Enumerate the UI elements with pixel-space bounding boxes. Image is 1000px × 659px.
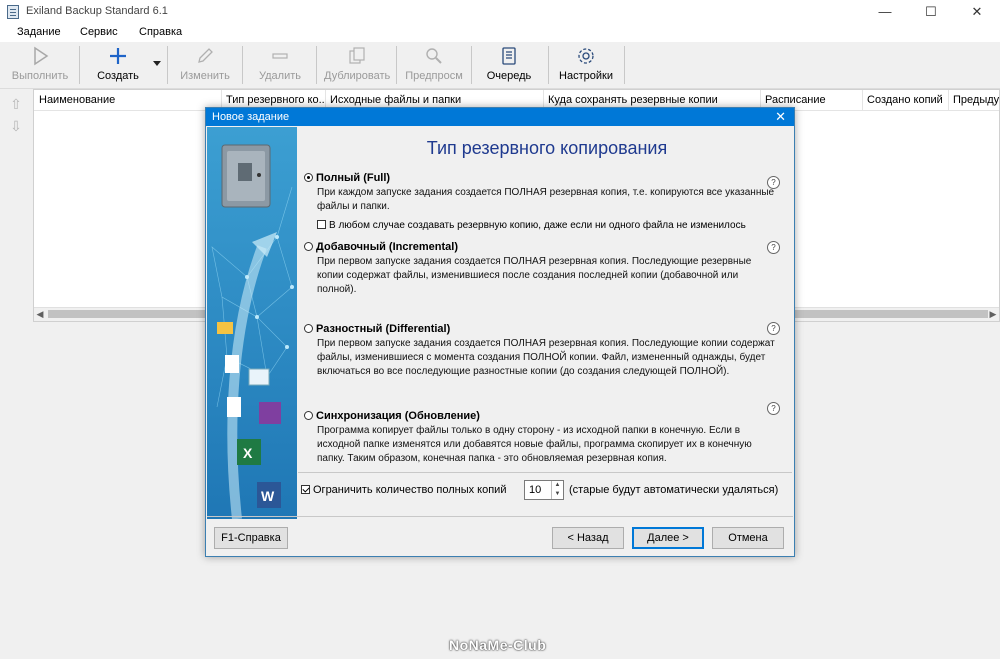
limit-full-copies[interactable]: Ограничить количество полных копий — [301, 484, 506, 496]
magnifier-icon — [404, 44, 464, 68]
reorder-controls: ⇧ ⇩ — [8, 96, 24, 140]
minus-icon — [252, 44, 308, 68]
list-icon — [480, 44, 538, 68]
option-sync-desc: Программа копирует файлы только в одну с… — [317, 425, 752, 464]
dialog-heading: Тип резервного копирования — [426, 138, 668, 158]
close-window-button[interactable]: ✕ — [954, 0, 1000, 24]
radio-incremental[interactable] — [304, 242, 313, 251]
run-button[interactable]: Выполнить — [10, 44, 70, 86]
limit-checkbox[interactable] — [301, 485, 310, 494]
always-create-checkbox[interactable] — [317, 220, 326, 229]
create-label: Создать — [97, 70, 139, 82]
queue-button[interactable]: Очередь — [480, 44, 538, 86]
window-titlebar: Exiland Backup Standard 6.1 — ☐ ✕ — [0, 0, 1000, 24]
help-button[interactable]: F1-Справка — [214, 527, 288, 549]
option-differential-name: Разностный (Differential) — [316, 323, 451, 335]
menu-help[interactable]: Справка — [139, 26, 182, 38]
pencil-icon — [176, 44, 234, 68]
toolbar: Выполнить Создать Изменить Удалить Дубли… — [0, 42, 1000, 89]
radio-differential[interactable] — [304, 324, 313, 333]
radio-sync[interactable] — [304, 411, 313, 420]
column-type[interactable]: Тип резервного ко... — [226, 94, 324, 106]
help-incremental-icon[interactable]: ? — [767, 241, 780, 254]
help-full-icon[interactable]: ? — [767, 176, 780, 189]
option-differential[interactable]: Разностный (Differential) При первом зап… — [304, 323, 784, 383]
caret-down-icon — [150, 44, 164, 84]
dialog-close-icon[interactable]: ✕ — [775, 109, 786, 125]
svg-text:W: W — [261, 488, 275, 504]
scroll-left-icon[interactable]: ◀ — [34, 308, 46, 321]
settings-button[interactable]: Настройки — [556, 44, 616, 86]
run-label: Выполнить — [11, 70, 69, 82]
back-button[interactable]: < Назад — [552, 527, 624, 549]
edit-button[interactable]: Изменить — [176, 44, 234, 86]
settings-label: Настройки — [559, 70, 613, 82]
create-dropdown[interactable] — [150, 44, 164, 86]
option-sync[interactable]: Синхронизация (Обновление) Программа коп… — [304, 410, 784, 468]
column-copies[interactable]: Создано копий — [867, 94, 947, 106]
new-task-dialog: Новое задание ✕ X W Тип резервного копир… — [205, 107, 795, 557]
preview-button[interactable]: Предпросм — [404, 44, 464, 86]
column-name[interactable]: Наименование — [39, 94, 219, 106]
always-create-option[interactable]: В любом случае создавать резервную копию… — [317, 220, 746, 231]
option-incremental-desc: При первом запуске задания создается ПОЛ… — [317, 256, 752, 295]
menu-service[interactable]: Сервис — [80, 26, 118, 38]
next-button[interactable]: Далее > — [632, 527, 704, 549]
minimize-button[interactable]: — — [862, 0, 908, 24]
duplicate-label: Дублировать — [324, 70, 391, 82]
limit-label: Ограничить количество полных копий — [313, 484, 507, 496]
duplicate-button[interactable]: Дублировать — [324, 44, 390, 86]
spin-up-icon[interactable]: ▲ — [552, 481, 563, 490]
option-full-desc: При каждом запуске задания создается ПОЛ… — [317, 187, 775, 212]
play-icon — [10, 44, 70, 68]
wizard-illustration: X W — [207, 127, 297, 519]
plus-icon — [90, 44, 146, 68]
gear-icon — [556, 44, 616, 68]
option-incremental[interactable]: Добавочный (Incremental) При первом запу… — [304, 241, 784, 295]
option-full-name: Полный (Full) — [316, 172, 391, 184]
always-create-label: В любом случае создавать резервную копию… — [329, 220, 746, 231]
column-destination[interactable]: Куда сохранять резервные копии — [548, 94, 758, 106]
option-differential-desc: При первом запуске задания создается ПОЛ… — [317, 338, 775, 377]
copy-icon — [324, 44, 390, 68]
svg-text:X: X — [243, 445, 253, 461]
dialog-titlebar: Новое задание ✕ — [206, 108, 794, 126]
menu-bar: Задание Сервис Справка — [0, 24, 1000, 42]
radio-full[interactable] — [304, 173, 313, 182]
queue-label: Очередь — [486, 70, 532, 82]
window-title: Exiland Backup Standard 6.1 — [26, 5, 168, 17]
edit-label: Изменить — [180, 70, 230, 82]
app-icon — [7, 5, 19, 19]
column-source[interactable]: Исходные файлы и папки — [330, 94, 540, 106]
dialog-title: Новое задание — [212, 111, 290, 123]
spin-down-icon[interactable]: ▼ — [552, 490, 563, 499]
scroll-right-icon[interactable]: ▶ — [987, 308, 999, 321]
limit-value[interactable]: 10 — [529, 484, 541, 496]
menu-task[interactable]: Задание — [17, 26, 61, 38]
delete-label: Удалить — [259, 70, 301, 82]
limit-note: (старые будут автоматически удаляться) — [569, 484, 779, 496]
maximize-button[interactable]: ☐ — [908, 0, 954, 24]
delete-button[interactable]: Удалить — [252, 44, 308, 86]
option-sync-name: Синхронизация (Обновление) — [316, 410, 480, 422]
move-down-icon[interactable]: ⇩ — [8, 118, 24, 134]
cancel-button[interactable]: Отмена — [712, 527, 784, 549]
limit-spinner[interactable]: 10 ▲ ▼ — [524, 480, 564, 500]
help-differential-icon[interactable]: ? — [767, 322, 780, 335]
preview-label: Предпросм — [405, 70, 463, 82]
option-incremental-name: Добавочный (Incremental) — [316, 241, 458, 253]
move-up-icon[interactable]: ⇧ — [8, 96, 24, 112]
create-button[interactable]: Создать — [90, 44, 146, 86]
watermark: NoNaMe-Club — [449, 637, 547, 653]
column-previous[interactable]: Предыдущ — [953, 94, 999, 106]
help-sync-icon[interactable]: ? — [767, 402, 780, 415]
column-schedule[interactable]: Расписание — [765, 94, 861, 106]
